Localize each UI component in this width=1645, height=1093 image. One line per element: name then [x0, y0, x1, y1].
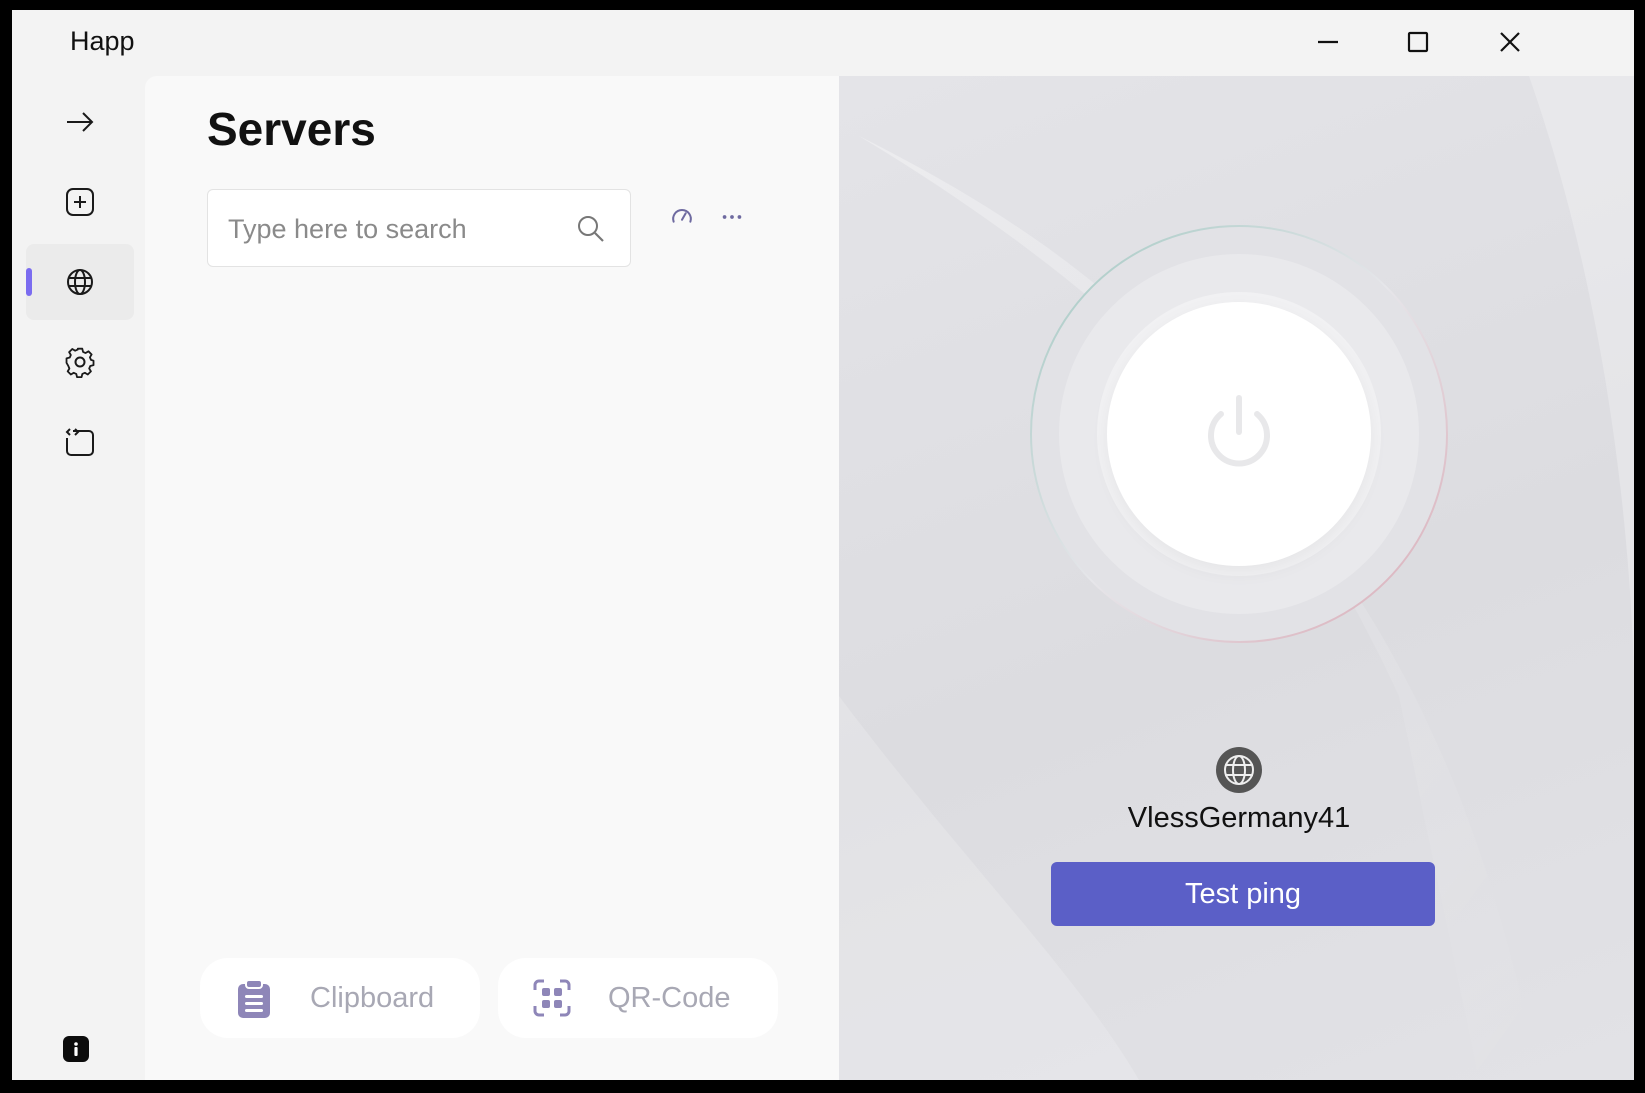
sidebar-item-connect[interactable] [26, 84, 134, 160]
add-square-icon [66, 188, 94, 216]
title-bar: Happ [12, 10, 1634, 76]
info-button[interactable] [63, 1036, 89, 1062]
sidebar-item-add[interactable] [26, 164, 134, 240]
sidebar-item-logs[interactable] [26, 404, 134, 480]
globe-icon [67, 269, 93, 295]
gear-icon [65, 347, 95, 378]
minimize-button[interactable] [1298, 20, 1358, 64]
selected-server-name: VlessGermany41 [1127, 802, 1351, 834]
search-icon[interactable] [575, 213, 607, 245]
clipboard-icon [234, 978, 274, 1018]
speedometer-icon [672, 208, 692, 223]
sidebar-nav [12, 76, 146, 1080]
more-horizontal-icon [722, 215, 742, 219]
test-ping-button[interactable]: Test ping [1051, 862, 1435, 926]
close-icon [1500, 32, 1520, 52]
sidebar-item-servers[interactable] [26, 244, 134, 320]
minimize-icon [1318, 40, 1338, 44]
sidebar-item-settings[interactable] [26, 324, 134, 400]
power-icon [1208, 395, 1270, 467]
code-window-icon [65, 428, 94, 456]
servers-panel: Servers Clipboard QR-Code [145, 76, 839, 1080]
clipboard-label: Clipboard [310, 981, 435, 1014]
qr-code-icon [532, 978, 572, 1018]
qr-code-label: QR-Code [608, 981, 731, 1014]
more-options-button[interactable] [715, 200, 749, 234]
maximize-icon [1407, 31, 1429, 53]
import-clipboard-button[interactable]: Clipboard [200, 958, 480, 1038]
page-title: Servers [207, 103, 376, 155]
close-button[interactable] [1480, 20, 1540, 64]
connection-panel: VlessGermany41 Test ping [839, 76, 1634, 1080]
app-window: Happ Servers Type here to search Clipboa… [12, 10, 1634, 1080]
server-globe-icon [1216, 747, 1262, 793]
arrow-right-icon [67, 112, 94, 132]
search-box [207, 189, 631, 267]
import-qr-code-button[interactable]: QR-Code [498, 958, 778, 1038]
ping-all-button[interactable] [665, 200, 699, 234]
power-control [1019, 214, 1459, 654]
maximize-button[interactable] [1388, 20, 1448, 64]
info-icon [74, 1042, 78, 1056]
app-title: Happ [70, 26, 135, 56]
power-button[interactable] [1107, 302, 1371, 566]
search-input[interactable] [228, 212, 558, 246]
